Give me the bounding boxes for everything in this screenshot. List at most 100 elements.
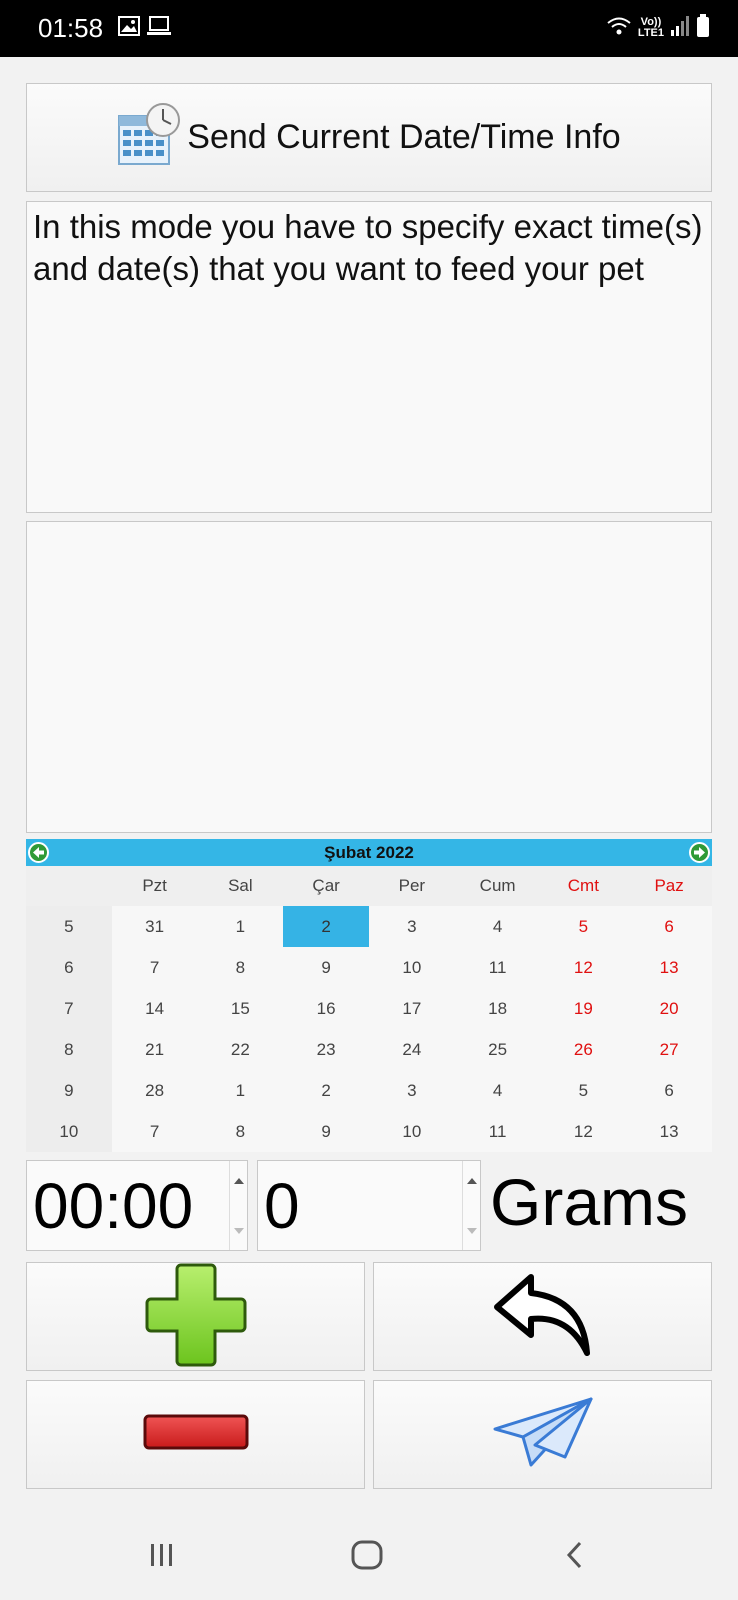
- calendar-week-row: 7 14 15 16 17 18 19 20: [26, 988, 712, 1029]
- time-spinner-arrows: [229, 1161, 247, 1250]
- calendar-day[interactable]: 20: [626, 988, 712, 1029]
- plus-icon: [143, 1261, 249, 1372]
- calendar-day[interactable]: 7: [111, 1111, 198, 1152]
- spin-up-icon[interactable]: [467, 1178, 477, 1184]
- calendar-day[interactable]: 19: [540, 988, 627, 1029]
- time-value[interactable]: 00:00: [33, 1169, 193, 1243]
- calendar-day-selected[interactable]: 2: [283, 906, 369, 947]
- calendar-header: Şubat 2022: [26, 839, 712, 866]
- calendar-day[interactable]: 12: [540, 1111, 627, 1152]
- calendar-day[interactable]: 8: [197, 947, 284, 988]
- calendar-day[interactable]: 23: [283, 1029, 369, 1070]
- undo-button[interactable]: [373, 1262, 712, 1371]
- calendar-day[interactable]: 4: [454, 1070, 541, 1111]
- calendar-day[interactable]: 14: [111, 988, 198, 1029]
- calendar-day[interactable]: 10: [369, 1111, 455, 1152]
- calendar-week-row: 10 7 8 9 10 11 12 13: [26, 1111, 712, 1152]
- add-button[interactable]: [26, 1262, 365, 1371]
- grams-spinner-arrows: [462, 1161, 480, 1250]
- calendar-day[interactable]: 1: [197, 906, 284, 947]
- calendar-day[interactable]: 26: [540, 1029, 627, 1070]
- calendar-day[interactable]: 12: [540, 947, 627, 988]
- grams-spinner[interactable]: 0: [257, 1160, 481, 1251]
- calendar-day[interactable]: 8: [197, 1111, 284, 1152]
- calendar-day[interactable]: 5: [540, 1070, 627, 1111]
- calendar-day[interactable]: 17: [369, 988, 455, 1029]
- calendar-day[interactable]: 21: [111, 1029, 198, 1070]
- weekday-label: Cum: [454, 866, 541, 906]
- send-schedule-button[interactable]: [373, 1380, 712, 1489]
- weekday-label: Per: [369, 866, 455, 906]
- calendar-day[interactable]: 31: [111, 906, 198, 947]
- spin-up-icon[interactable]: [234, 1178, 244, 1184]
- weekday-label: Cmt: [540, 866, 627, 906]
- calendar: Şubat 2022 Pzt Sal Çar Per Cum Cmt Paz 5…: [26, 839, 712, 1152]
- week-number: 10: [26, 1111, 112, 1152]
- weekday-label: Paz: [626, 866, 712, 906]
- minus-icon: [142, 1412, 250, 1457]
- calendar-day[interactable]: 2: [283, 1070, 369, 1111]
- calendar-day[interactable]: 13: [626, 947, 712, 988]
- grams-value[interactable]: 0: [264, 1169, 300, 1243]
- signal-icon: [670, 15, 690, 42]
- calendar-month-title: Şubat 2022: [324, 843, 414, 862]
- network-type: Vo)) LTE1: [637, 16, 664, 39]
- calendar-week-row: 8 21 22 23 24 25 26 27: [26, 1029, 712, 1070]
- image-icon: [118, 16, 140, 41]
- week-number-header: [26, 866, 112, 906]
- status-bar: 01:58 Vo)) LTE1: [0, 0, 738, 57]
- send-current-datetime-button[interactable]: Send Current Date/Time Info: [26, 83, 712, 192]
- calendar-day[interactable]: 11: [454, 947, 541, 988]
- week-number: 9: [26, 1070, 112, 1111]
- calendar-day[interactable]: 11: [454, 1111, 541, 1152]
- calendar-day[interactable]: 22: [197, 1029, 284, 1070]
- calendar-grid: Pzt Sal Çar Per Cum Cmt Paz 5 31 1 2 3 4…: [26, 866, 712, 1152]
- calendar-day[interactable]: 9: [283, 947, 369, 988]
- calendar-day[interactable]: 24: [369, 1029, 455, 1070]
- calendar-day[interactable]: 9: [283, 1111, 369, 1152]
- spin-down-icon[interactable]: [467, 1228, 477, 1234]
- calendar-weekday-row: Pzt Sal Çar Per Cum Cmt Paz: [26, 866, 712, 906]
- calendar-clock-icon: [117, 102, 181, 173]
- calendar-day[interactable]: 6: [626, 1070, 712, 1111]
- info-text: In this mode you have to specify exact t…: [33, 208, 703, 287]
- calendar-day[interactable]: 18: [454, 988, 541, 1029]
- recent-apps-icon[interactable]: [132, 1532, 192, 1578]
- battery-icon: [696, 13, 710, 43]
- calendar-day[interactable]: 13: [626, 1111, 712, 1152]
- wifi-icon: [606, 15, 632, 42]
- home-icon[interactable]: [337, 1532, 397, 1578]
- calendar-week-row: 9 28 1 2 3 4 5 6: [26, 1070, 712, 1111]
- calendar-day[interactable]: 25: [454, 1029, 541, 1070]
- weekday-label: Pzt: [111, 866, 198, 906]
- time-spinner[interactable]: 00:00: [26, 1160, 248, 1251]
- calendar-week-row: 6 7 8 9 10 11 12 13: [26, 947, 712, 988]
- weekday-label: Sal: [197, 866, 284, 906]
- calendar-day[interactable]: 10: [369, 947, 455, 988]
- spin-down-icon[interactable]: [234, 1228, 244, 1234]
- calendar-day[interactable]: 28: [111, 1070, 198, 1111]
- calendar-day[interactable]: 15: [197, 988, 284, 1029]
- calendar-week-row: 5 31 1 2 3 4 5 6: [26, 906, 712, 947]
- next-month-icon[interactable]: [689, 842, 710, 863]
- undo-arrow-icon: [491, 1269, 595, 1364]
- laptop-icon: [146, 16, 172, 41]
- grams-label: Grams: [490, 1165, 688, 1239]
- calendar-day[interactable]: 1: [197, 1070, 284, 1111]
- calendar-day[interactable]: 4: [454, 906, 541, 947]
- calendar-day[interactable]: 27: [626, 1029, 712, 1070]
- info-panel: In this mode you have to specify exact t…: [26, 201, 712, 513]
- calendar-day[interactable]: 16: [283, 988, 369, 1029]
- calendar-day[interactable]: 5: [540, 906, 627, 947]
- back-icon[interactable]: [545, 1532, 605, 1578]
- calendar-day[interactable]: 7: [111, 947, 198, 988]
- week-number: 7: [26, 988, 112, 1029]
- status-time: 01:58: [38, 13, 104, 43]
- calendar-day[interactable]: 3: [369, 1070, 455, 1111]
- remove-button[interactable]: [26, 1380, 365, 1489]
- schedule-list[interactable]: [26, 521, 712, 833]
- week-number: 5: [26, 906, 112, 947]
- calendar-day[interactable]: 3: [369, 906, 455, 947]
- calendar-day[interactable]: 6: [626, 906, 712, 947]
- paper-plane-icon: [491, 1395, 595, 1474]
